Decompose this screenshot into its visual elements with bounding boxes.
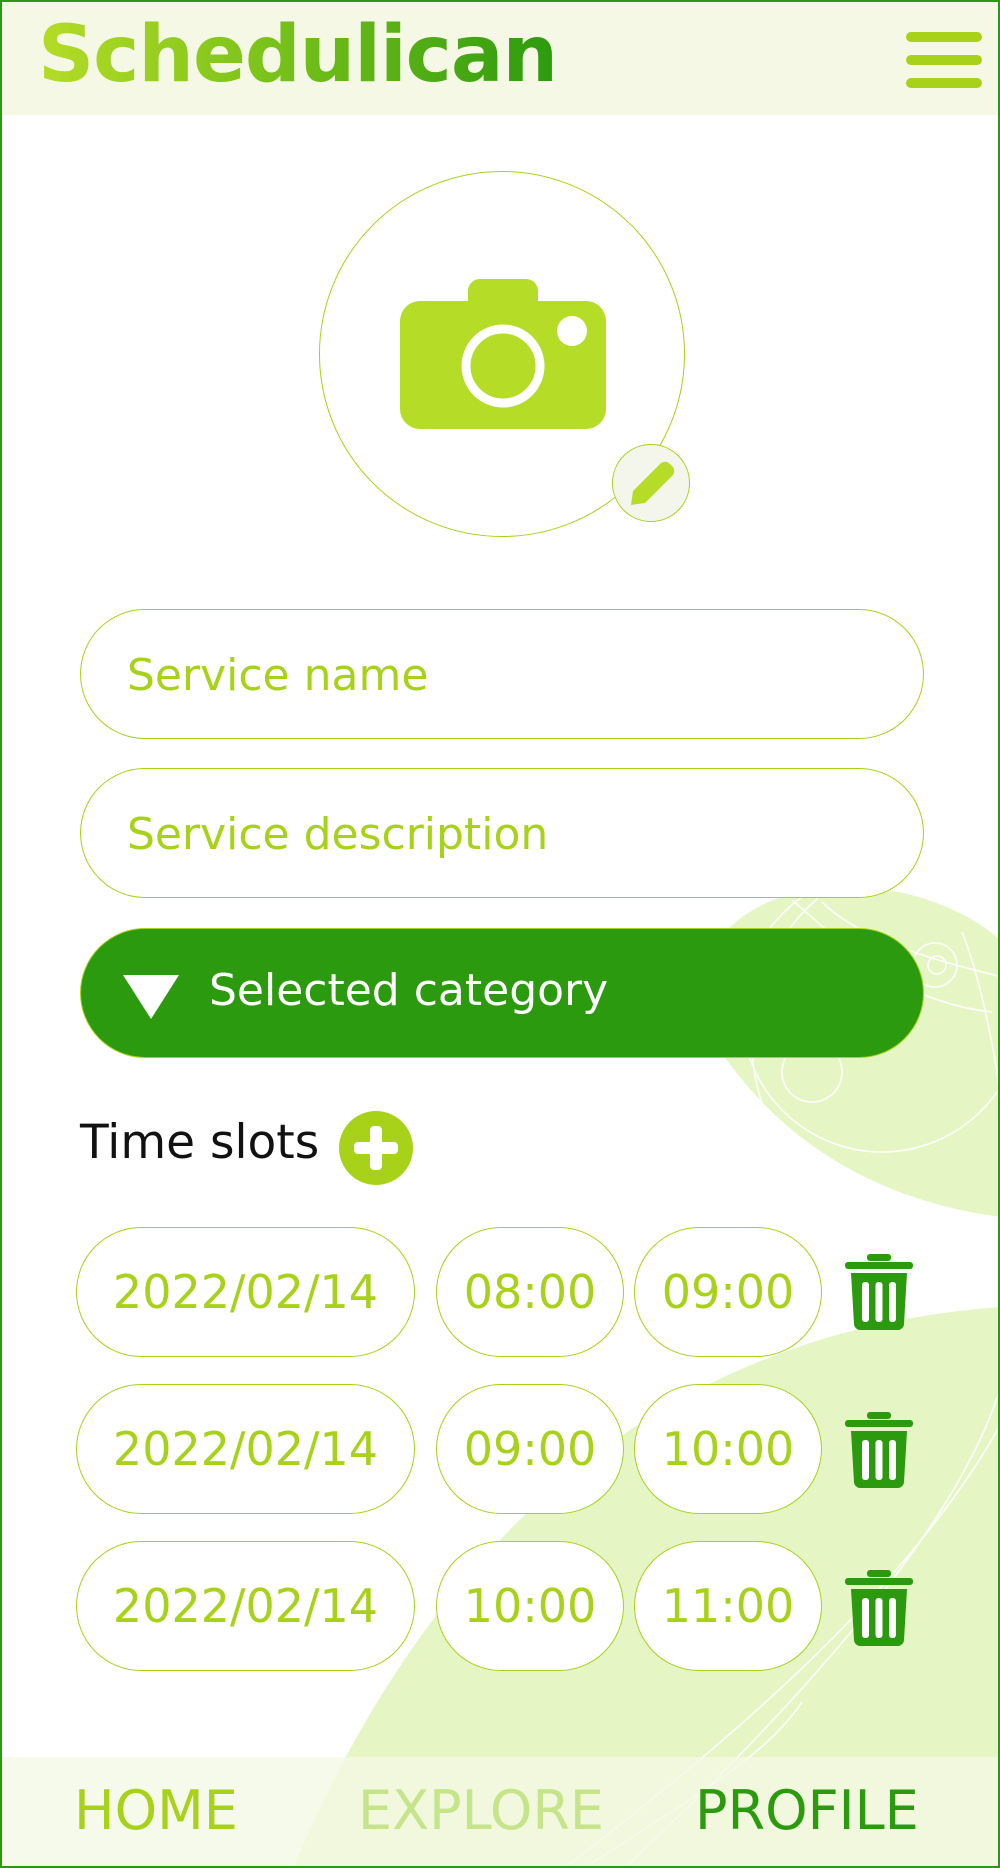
slot-date-field[interactable]: 2022/02/14	[76, 1227, 415, 1357]
slot-date-field[interactable]: 2022/02/14	[76, 1384, 415, 1514]
app-header: Schedulican	[2, 2, 998, 115]
nav-home[interactable]: HOME	[74, 1779, 238, 1842]
trash-icon[interactable]	[845, 1570, 913, 1646]
slot-end-time-field[interactable]: 09:00	[634, 1227, 822, 1357]
slot-start-time-field[interactable]: 08:00	[436, 1227, 624, 1357]
nav-explore[interactable]: EXPLORE	[358, 1779, 604, 1842]
category-label: Selected category	[209, 965, 609, 1016]
app-frame: Schedulican Selected category Ti	[0, 0, 1000, 1868]
slot-end-time-field[interactable]: 11:00	[634, 1541, 822, 1671]
nav-profile[interactable]: PROFILE	[695, 1779, 919, 1842]
bottom-navigation: HOME EXPLORE PROFILE	[2, 1757, 998, 1866]
pencil-icon	[631, 461, 675, 505]
category-dropdown[interactable]: Selected category	[80, 928, 924, 1058]
slot-start-time-field[interactable]: 09:00	[436, 1384, 624, 1514]
camera-icon	[400, 279, 606, 429]
edit-image-button[interactable]	[612, 444, 690, 522]
hamburger-menu-icon[interactable]	[906, 32, 982, 88]
slot-date-field[interactable]: 2022/02/14	[76, 1541, 415, 1671]
triangle-down-icon	[123, 975, 179, 1019]
service-description-field[interactable]	[80, 768, 924, 898]
slot-end-time-field[interactable]: 10:00	[634, 1384, 822, 1514]
trash-icon[interactable]	[845, 1254, 913, 1330]
app-logo[interactable]: Schedulican	[38, 16, 558, 94]
service-name-field[interactable]	[80, 609, 924, 739]
trash-icon[interactable]	[845, 1412, 913, 1488]
time-slots-title: Time slots	[80, 1115, 320, 1170]
plus-circle-icon[interactable]	[339, 1111, 413, 1185]
slot-start-time-field[interactable]: 10:00	[436, 1541, 624, 1671]
service-description-input[interactable]	[127, 799, 887, 869]
service-name-input[interactable]	[127, 640, 887, 710]
